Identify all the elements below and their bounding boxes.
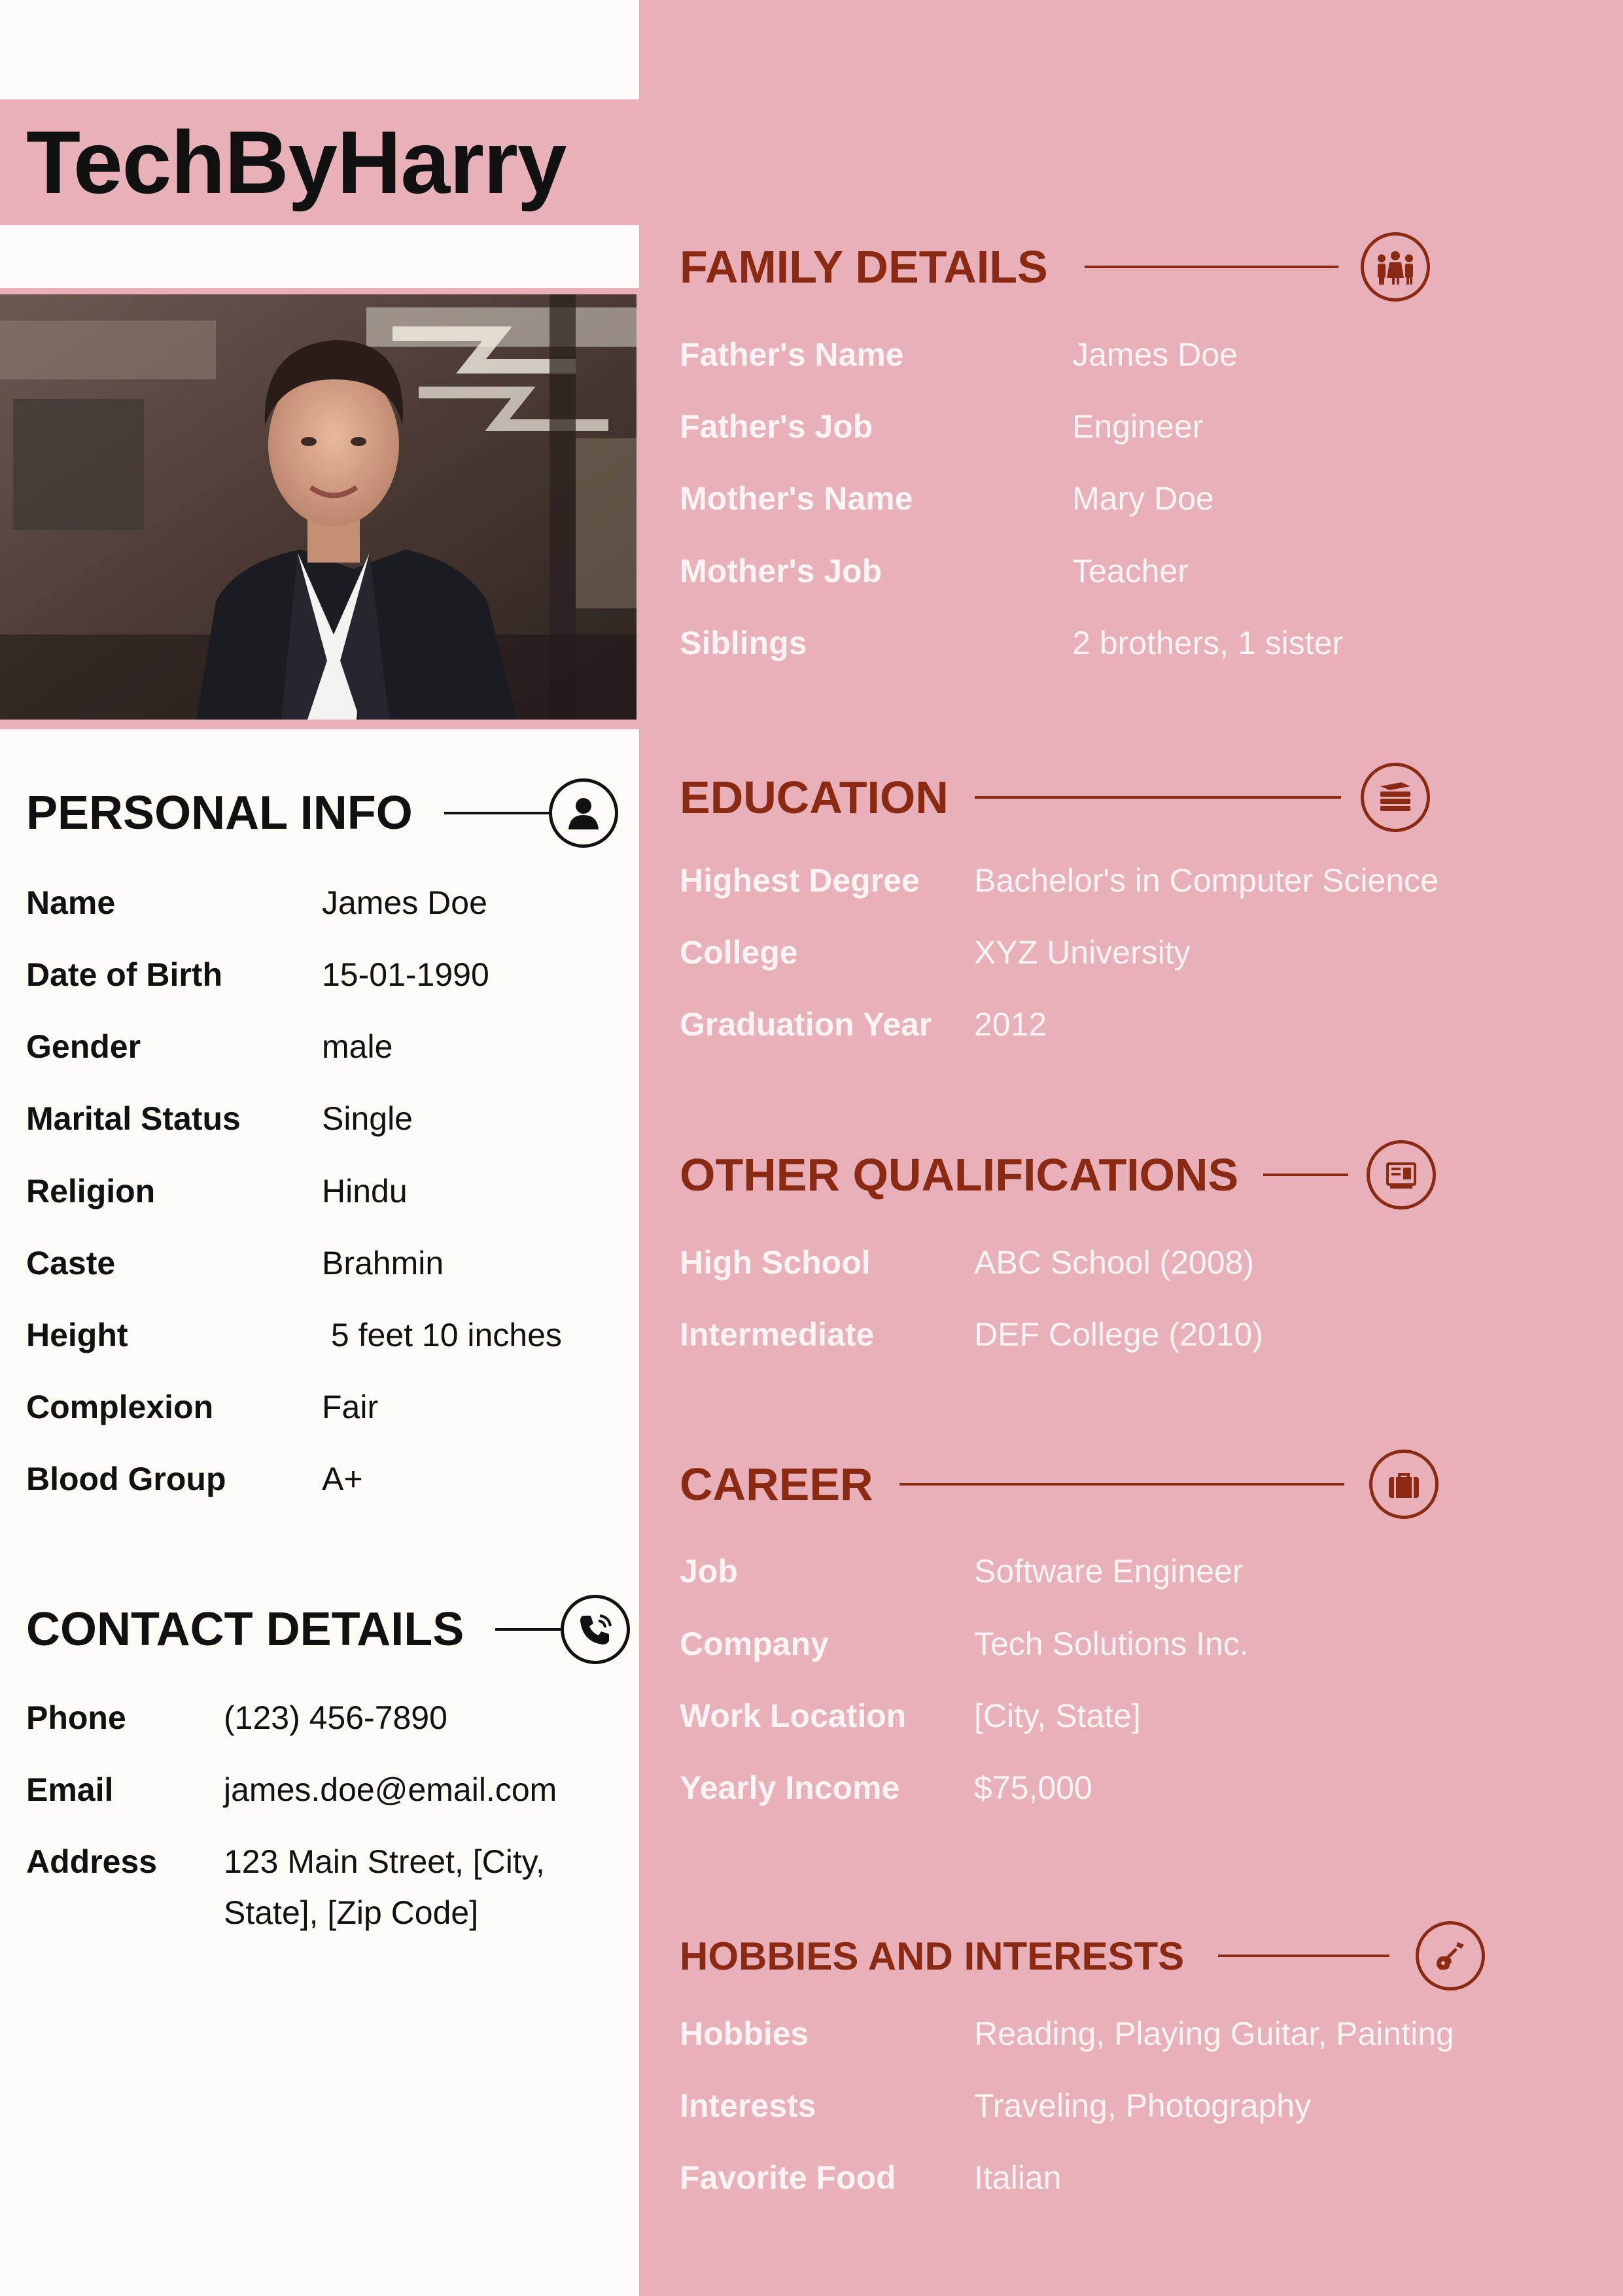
row-value: Hindu [322,1173,408,1209]
row-value: A+ [322,1461,363,1497]
row-label: Job [680,1553,738,1590]
row-label: Gender [26,1028,141,1065]
contact-title: CONTACT DETAILS [26,1603,464,1656]
row-value: Mary Doe [1072,480,1214,517]
row-label: Work Location [680,1697,907,1734]
row-label: Hobbies [680,2015,809,2052]
row-value: James Doe [1072,336,1238,373]
career-section-header: CAREER [680,1450,1439,1519]
row-label: Mother's Name [680,480,913,517]
row-value: james.doe@email.com [224,1771,557,1808]
row-value: Italian [974,2159,1062,2196]
briefcase-icon [1369,1450,1439,1519]
row-value: 123 Main Street, [City, [224,1843,545,1880]
row-label: Father's Name [680,336,904,373]
row-value: DEF College (2010) [974,1316,1263,1353]
brand-title: TechByHarry [26,113,567,212]
row-value: Traveling, Photography [974,2087,1312,2124]
row-value: XYZ University [974,934,1191,971]
row-label: Email [26,1771,114,1808]
row-label: Company [680,1626,829,1662]
family-section-header: FAMILY DETAILS [680,232,1430,302]
row-label: Interests [680,2087,816,2124]
row-label: Father's Job [680,408,873,445]
row-value: [City, State] [974,1697,1141,1734]
hobbies-title: HOBBIES AND INTERESTS [680,1934,1185,1978]
row-label: Highest Degree [680,862,920,899]
row-label: College [680,934,798,971]
divider-line [899,1483,1344,1486]
row-label: Complexion [26,1389,214,1425]
contact-section-header: CONTACT DETAILS [26,1595,631,1664]
row-value: Teacher [1072,553,1189,589]
row-value: (123) 456-7890 [224,1699,447,1736]
row-label: Address [26,1843,158,1880]
person-icon [548,778,618,848]
row-label: Religion [26,1173,156,1209]
row-value: Fair [322,1389,379,1425]
hobbies-section-header: HOBBIES AND INTERESTS [680,1921,1486,1991]
row-value: Software Engineer [974,1553,1244,1590]
row-label: Date of Birth [26,956,222,993]
other-title: OTHER QUALIFICATIONS [680,1149,1239,1200]
row-label: Name [26,884,116,921]
row-value: Engineer [1072,408,1204,445]
row-label: Height [26,1317,128,1353]
family-icon [1360,232,1430,302]
row-value: Single [322,1100,413,1137]
education-section-header: EDUCATION [680,763,1430,832]
row-label: Blood Group [26,1461,226,1497]
other-section-header: OTHER QUALIFICATIONS [680,1140,1437,1209]
row-label: Phone [26,1699,126,1736]
books-icon [1360,763,1430,832]
row-label: Favorite Food [680,2159,896,2196]
family-title: FAMILY DETAILS [680,241,1048,292]
row-label: Mother's Job [680,553,882,589]
personal-section-header: PERSONAL INFO [26,778,618,848]
career-title: CAREER [680,1459,873,1510]
row-label: Yearly Income [680,1769,900,1806]
row-label: High School [680,1244,871,1281]
education-title: EDUCATION [680,772,949,823]
divider-line [1218,1955,1390,1957]
row-value: Tech Solutions Inc. [974,1626,1249,1662]
row-value: Bachelor's in Computer Science [974,862,1439,899]
row-label: Siblings [680,625,807,661]
row-value: Brahmin [322,1245,444,1281]
row-value: 2012 [974,1006,1047,1043]
divider-line [444,812,549,814]
row-label: Graduation Year [680,1006,932,1043]
row-label: Caste [26,1245,116,1281]
divider-line [1084,266,1338,268]
row-value-line2: State], [Zip Code] [224,1894,479,1931]
row-value: Reading, Playing Guitar, Painting [974,2015,1454,2052]
row-label: Marital Status [26,1100,241,1137]
row-value: male [322,1028,393,1065]
row-value: 2 brothers, 1 sister [1072,625,1344,661]
row-value: 15-01-1990 [322,956,489,993]
row-value: 5 feet 10 inches [322,1317,562,1353]
row-value: ABC School (2008) [974,1244,1255,1281]
phone-icon [561,1595,631,1664]
profile-photo [0,294,637,720]
divider-line [974,796,1341,799]
personal-title: PERSONAL INFO [26,787,413,839]
guitar-icon [1416,1921,1486,1991]
row-value: $75,000 [974,1769,1092,1806]
certificate-icon [1367,1140,1437,1209]
divider-line [1263,1174,1349,1176]
row-value: James Doe [322,884,487,921]
divider-line [495,1628,561,1631]
row-label: Intermediate [680,1316,875,1353]
